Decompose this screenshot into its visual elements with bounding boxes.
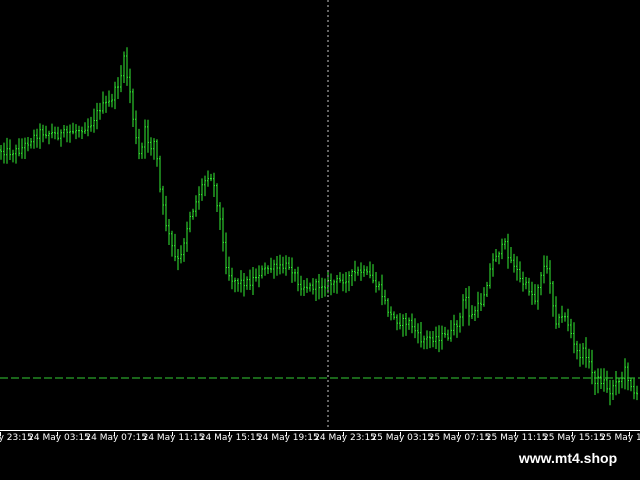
watermark-logo: www.mt4.shop — [496, 446, 640, 470]
price-chart-canvas[interactable] — [0, 0, 640, 430]
time-axis-label: 24 May 03:15 — [28, 433, 90, 443]
price-chart[interactable] — [0, 0, 640, 430]
time-axis-label: 24 May 23:15 — [314, 433, 376, 443]
time-axis-label: 25 May 03:15 — [371, 433, 434, 443]
time-axis-label: 24 May 19:15 — [257, 433, 319, 443]
ohlc-bars-group — [0, 47, 638, 406]
time-axis-label: 25 May 07:15 — [428, 433, 491, 443]
time-axis-label: 25 May 15:15 — [543, 433, 605, 443]
time-axis-line — [0, 430, 640, 431]
time-axis-label: 25 May 19:15 — [600, 433, 640, 443]
time-axis-label: 24 May 11:15 — [142, 433, 205, 443]
time-axis-label: 25 May 11:15 — [485, 433, 548, 443]
time-axis-label: 24 May 15:15 — [199, 433, 262, 443]
time-axis-label: 24 May 07:15 — [85, 433, 148, 443]
